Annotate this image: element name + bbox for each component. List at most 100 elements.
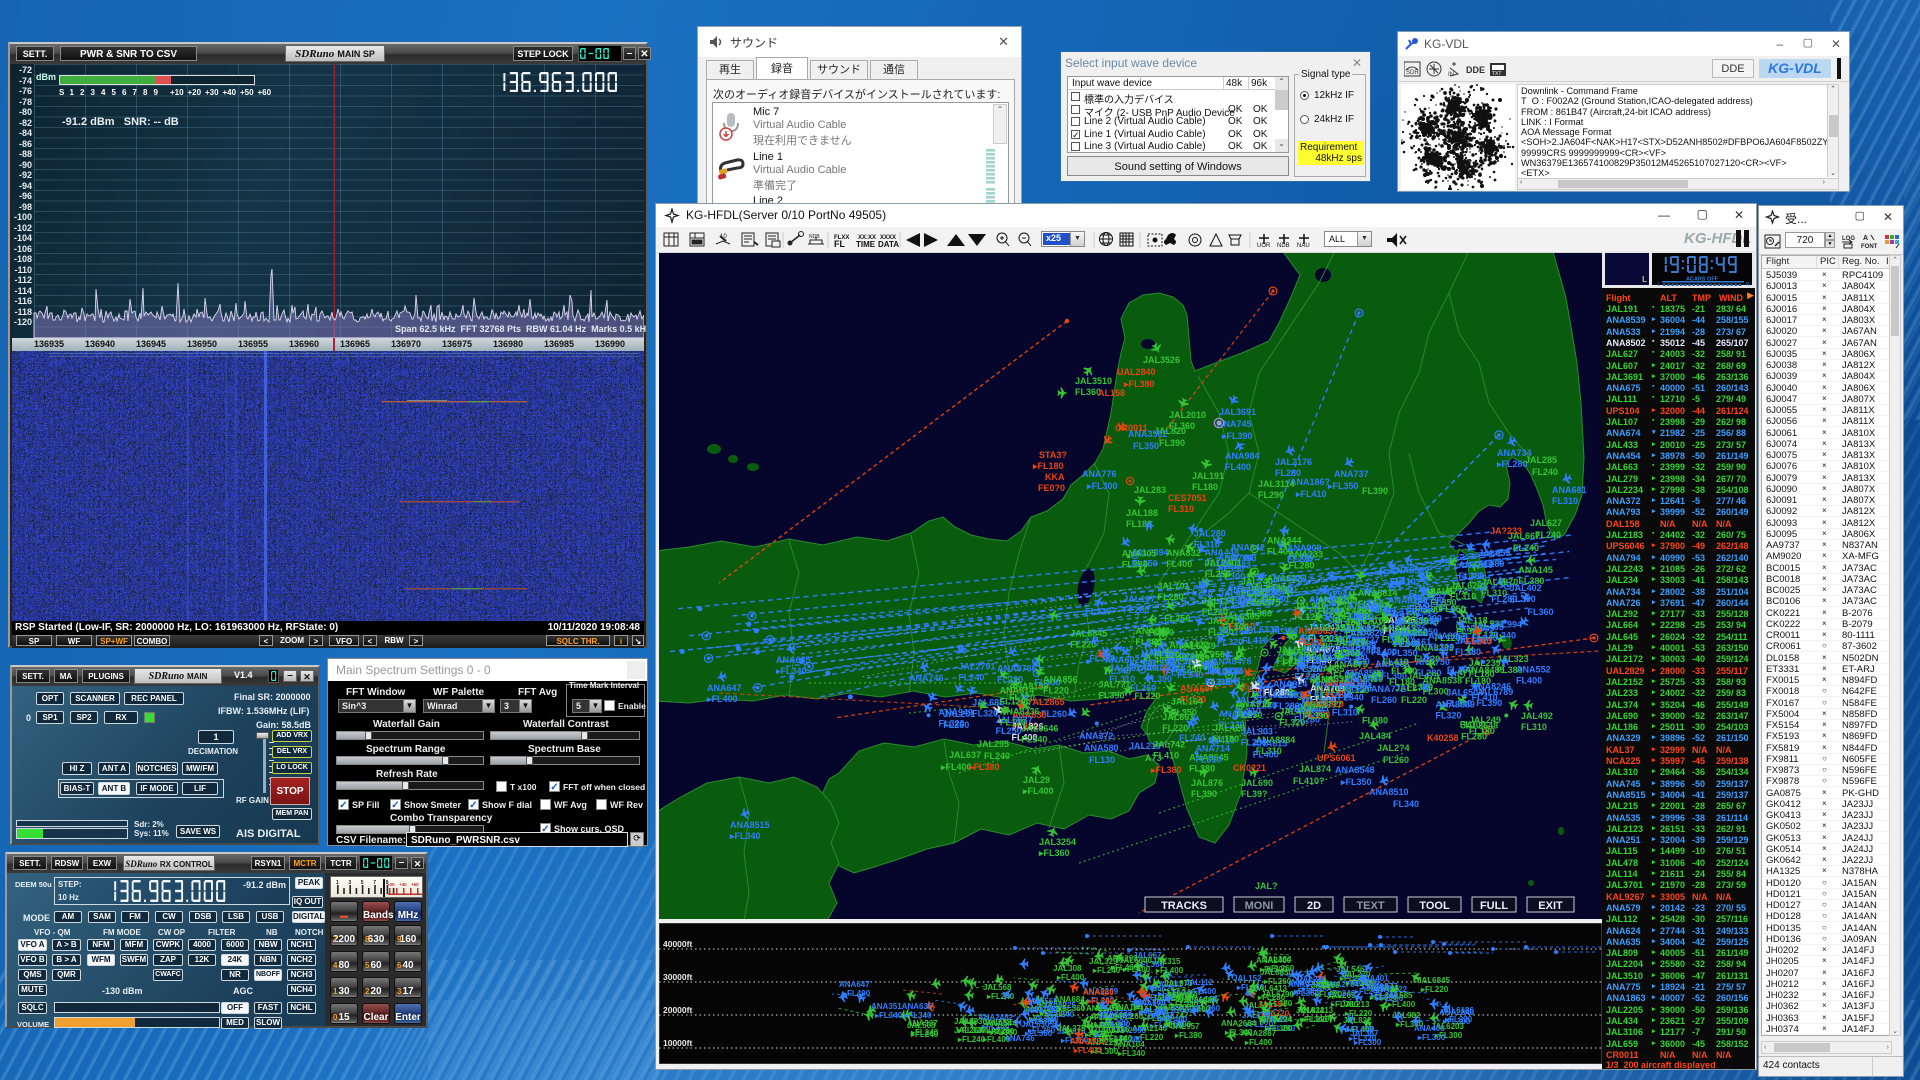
svg-text:▸FL340: ▸FL340 xyxy=(1224,1028,1253,1037)
svg-text:FL120: FL120 xyxy=(1154,650,1180,660)
svg-text:JAL6932: JAL6932 xyxy=(1205,666,1242,676)
svg-text:▸FL360: ▸FL360 xyxy=(1038,848,1070,858)
svg-text:FL250: FL250 xyxy=(1164,614,1190,624)
svg-text:CK0221: CK0221 xyxy=(1233,763,1266,773)
svg-text:▸FL350: ▸FL350 xyxy=(1340,777,1372,787)
svg-text:▸FL400: ▸FL400 xyxy=(842,989,871,998)
svg-text:FL220: FL220 xyxy=(1187,588,1213,598)
svg-text:JAL323: JAL323 xyxy=(1497,654,1529,664)
svg-text:UPS6061: UPS6061 xyxy=(1317,753,1356,763)
svg-text:FL380: FL380 xyxy=(1246,608,1272,618)
svg-text:5: 5 xyxy=(361,880,364,886)
svg-text:FL220: FL220 xyxy=(1298,637,1324,647)
svg-text:JAL727: JAL727 xyxy=(1235,695,1267,705)
svg-text:JAL367: JAL367 xyxy=(1350,1029,1379,1038)
svg-text:ANA842: ANA842 xyxy=(1230,542,1265,552)
svg-text:FL390: FL390 xyxy=(1191,789,1217,799)
svg-text:JAL6789: JAL6789 xyxy=(1476,687,1513,697)
svg-text:JAL263: JAL263 xyxy=(954,1026,983,1035)
svg-text:FL390: FL390 xyxy=(1098,690,1124,700)
svg-text:FL180: FL180 xyxy=(1192,482,1218,492)
svg-text:JAL227: JAL227 xyxy=(1334,638,1366,648)
svg-text:▸FL400: ▸FL400 xyxy=(1244,1038,1273,1047)
svg-text:ANA647: ANA647 xyxy=(707,683,742,693)
svg-text:JAL375: JAL375 xyxy=(1057,1024,1086,1033)
svg-text:ANA3502: ANA3502 xyxy=(1128,429,1168,439)
svg-text:SDR: SDR xyxy=(1406,70,1419,76)
svg-text:JAL6936: JAL6936 xyxy=(954,1017,987,1026)
svg-text:FL390: FL390 xyxy=(1146,674,1172,684)
svg-text:JAL?: JAL? xyxy=(1255,881,1278,891)
svg-text:JAL3254: JAL3254 xyxy=(1039,837,1076,847)
svg-text:DATA: DATA xyxy=(878,240,899,249)
svg-text:TRACKS: TRACKS xyxy=(1161,900,1207,912)
svg-text:FL260: FL260 xyxy=(1223,623,1249,633)
svg-text:JAL2?4: JAL2?4 xyxy=(1377,743,1410,753)
svg-text:ANA860: ANA860 xyxy=(1083,988,1114,997)
svg-text:FL380: FL380 xyxy=(1362,715,1388,725)
svg-text:ANA8548: ANA8548 xyxy=(1335,765,1375,775)
svg-text:NAU: NAU xyxy=(1297,243,1310,249)
svg-text:FL410?: FL410? xyxy=(1293,776,1325,786)
svg-text:JAL164: JAL164 xyxy=(1171,697,1203,707)
svg-text:FL310: FL310 xyxy=(1235,706,1261,716)
svg-text:FL39?: FL39? xyxy=(1241,789,1268,799)
svg-text:ANA2664: ANA2664 xyxy=(1221,1019,1257,1028)
svg-text:3: 3 xyxy=(348,880,351,886)
svg-text:TEXT: TEXT xyxy=(1356,900,1384,912)
svg-text:FL240: FL240 xyxy=(958,673,984,683)
svg-text:FL220: FL220 xyxy=(1043,686,1069,696)
svg-text:JAL690: JAL690 xyxy=(1241,778,1273,788)
svg-text:TIME: TIME xyxy=(856,240,876,249)
svg-text:FL320: FL320 xyxy=(1009,692,1035,702)
svg-text:+40: +40 xyxy=(399,882,407,887)
svg-text:▸FL410: ▸FL410 xyxy=(1295,489,1327,499)
svg-text:A: A xyxy=(1863,235,1868,242)
svg-text:▸FL240: ▸FL240 xyxy=(1092,966,1121,975)
svg-text:▸FL400: ▸FL400 xyxy=(1155,966,1184,975)
svg-text:FL250: FL250 xyxy=(1205,569,1231,579)
svg-text:FL380: FL380 xyxy=(1518,576,1544,586)
svg-text:ANA544: ANA544 xyxy=(986,1019,1017,1028)
svg-text:JAL112: JAL112 xyxy=(1185,978,1214,987)
svg-text:20000ft: 20000ft xyxy=(663,1005,692,1015)
svg-text:FL220: FL220 xyxy=(1162,723,1188,733)
svg-text:▸FL390: ▸FL390 xyxy=(1221,431,1253,441)
svg-text:FONT: FONT xyxy=(1861,244,1878,250)
svg-text:JAL903: JAL903 xyxy=(1241,726,1273,736)
svg-text:JA?233: JA?233 xyxy=(1490,526,1522,536)
svg-text:JAL6628: JAL6628 xyxy=(1179,996,1212,1005)
svg-text:FL280: FL280 xyxy=(1491,594,1517,604)
svg-text:KKA: KKA xyxy=(1045,472,1065,482)
svg-text:JAL874: JAL874 xyxy=(1299,764,1331,774)
svg-text:▸FL220: ▸FL220 xyxy=(1301,1015,1330,1024)
svg-text:JAL434: JAL434 xyxy=(1359,731,1391,741)
svg-text:ANA8236: ANA8236 xyxy=(1000,707,1040,717)
svg-text:FL390: FL390 xyxy=(1476,698,1502,708)
svg-text:7: 7 xyxy=(373,880,376,886)
svg-text:JAL2791: JAL2791 xyxy=(958,662,995,672)
svg-text:FL260: FL260 xyxy=(1271,585,1297,595)
svg-text:JAL6359: JAL6359 xyxy=(1099,1011,1132,1020)
svg-text:FL320: FL320 xyxy=(972,708,998,718)
svg-text:FL400: FL400 xyxy=(1166,559,1192,569)
svg-text:FL130: FL130 xyxy=(1089,755,1115,765)
svg-text:ANA8569: ANA8569 xyxy=(1390,566,1430,576)
svg-text:JAL152: JAL152 xyxy=(1233,974,1262,983)
svg-text:JAL2401: JAL2401 xyxy=(1205,558,1242,568)
svg-text:JAL29: JAL29 xyxy=(1023,775,1050,785)
svg-text:JAL478: JAL478 xyxy=(1279,706,1311,716)
svg-text:JAL502: JAL502 xyxy=(1109,663,1141,673)
svg-text:FL180: FL180 xyxy=(1213,734,1239,744)
svg-text:ANA8510: ANA8510 xyxy=(1369,787,1409,797)
svg-text:ANA647: ANA647 xyxy=(839,980,870,989)
svg-text:10000ft: 10000ft xyxy=(663,1038,692,1048)
svg-text:JAL249: JAL249 xyxy=(1469,715,1501,725)
svg-text:FE0?0: FE0?0 xyxy=(1038,483,1065,493)
svg-text:ANA413: ANA413 xyxy=(1382,624,1417,634)
svg-text:FL220: FL220 xyxy=(1346,684,1372,694)
svg-text:ANA413: ANA413 xyxy=(1227,585,1262,595)
svg-text:FL340: FL340 xyxy=(1393,799,1419,809)
svg-text:▸FL380: ▸FL380 xyxy=(1150,765,1182,775)
svg-text:FL350: FL350 xyxy=(1392,648,1418,658)
